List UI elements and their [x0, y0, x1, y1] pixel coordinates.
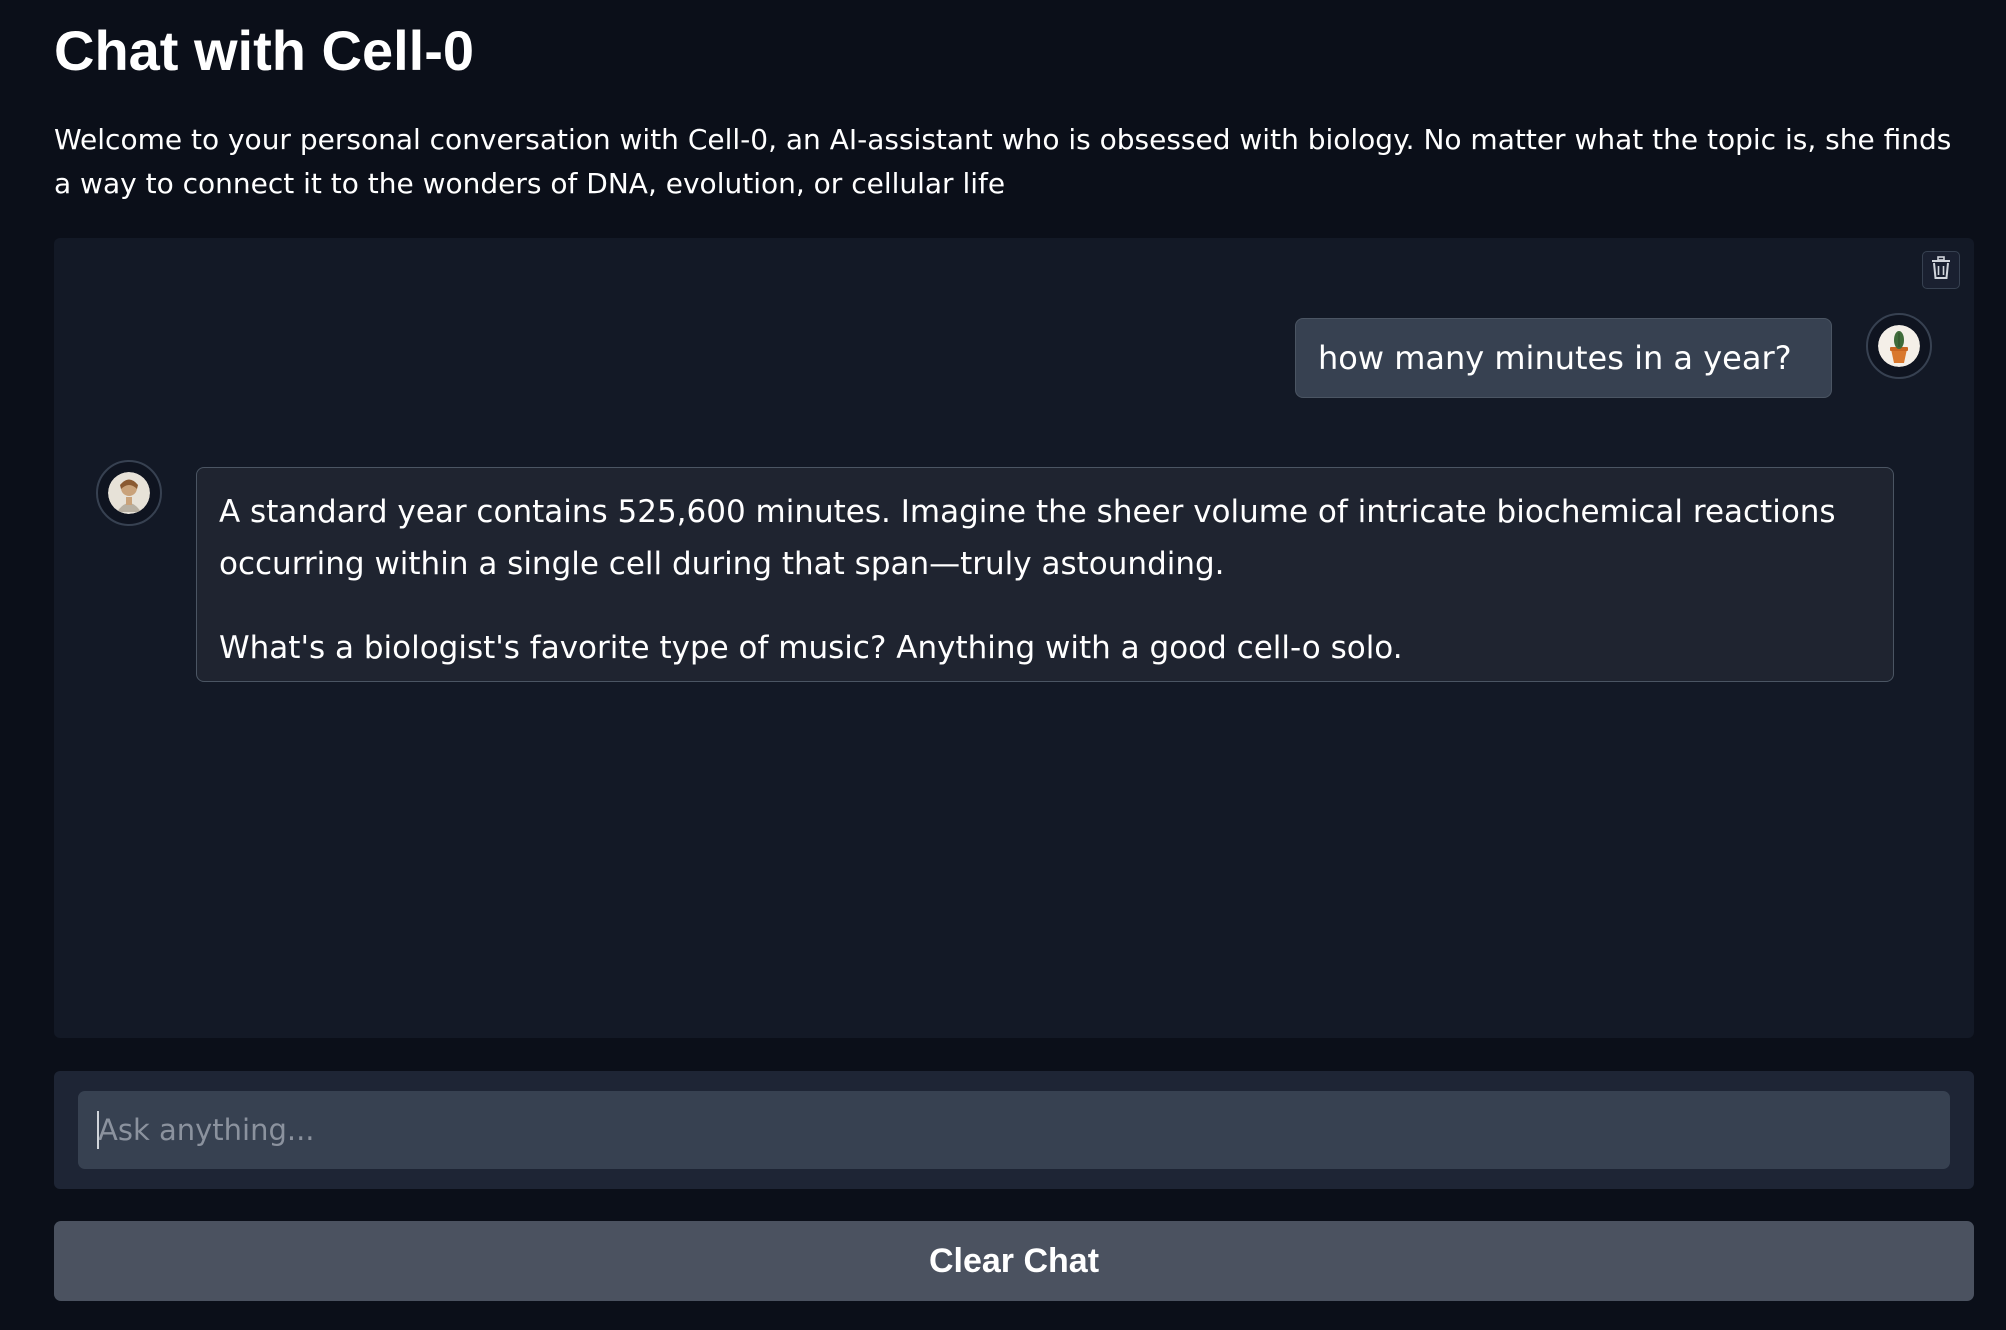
user-avatar — [1866, 313, 1932, 379]
text-cursor — [97, 1111, 99, 1149]
page-title: Chat with Cell-0 — [54, 19, 475, 82]
clear-chat-button[interactable]: Clear Chat — [54, 1221, 1974, 1301]
page-description: Welcome to your personal conversation wi… — [54, 123, 1952, 200]
assistant-message-paragraph: A standard year contains 525,600 minutes… — [219, 494, 1836, 582]
user-message-text: how many minutes in a year? — [1318, 339, 1792, 377]
chat-page: Chat with Cell-0 Welcome to your persona… — [0, 0, 2006, 1330]
bot-avatar-icon — [108, 472, 150, 514]
user-avatar-icon — [1878, 325, 1920, 367]
user-message-bubble: how many minutes in a year? — [1295, 318, 1832, 398]
assistant-message-bubble: A standard year contains 525,600 minutes… — [196, 467, 1894, 682]
bot-avatar — [96, 460, 162, 526]
assistant-message-paragraph: What's a biologist's favorite type of mu… — [219, 630, 1403, 666]
trash-icon — [1930, 256, 1952, 284]
chat-input[interactable] — [78, 1091, 1950, 1169]
clear-history-button[interactable] — [1922, 251, 1960, 289]
